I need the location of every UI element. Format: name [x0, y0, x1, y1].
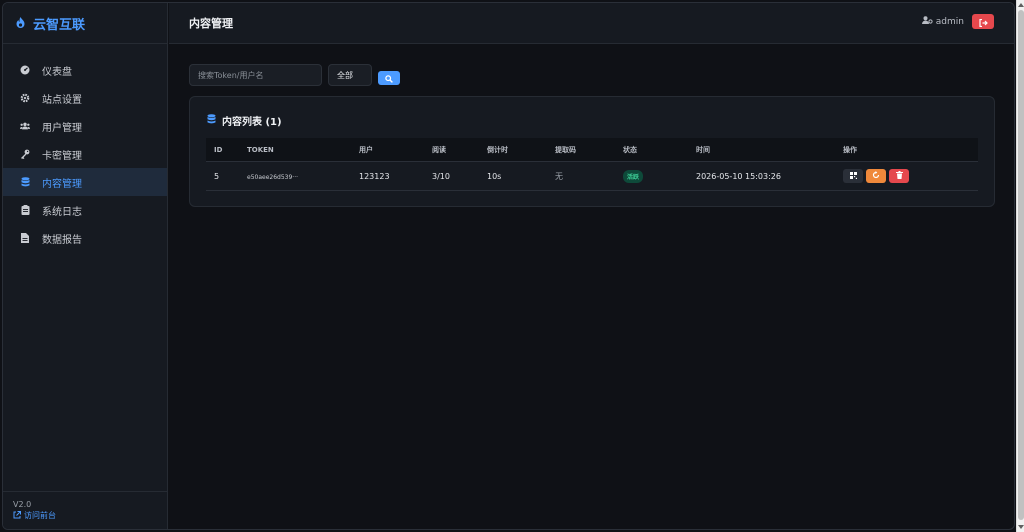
cell-read: 3/10	[432, 171, 450, 181]
filter-toolbar: 全部	[189, 64, 994, 86]
sidebar-item-label: 系统日志	[42, 206, 82, 218]
page-title: 内容管理	[189, 17, 233, 30]
dashboard-icon	[20, 65, 30, 75]
gear-icon	[20, 93, 30, 103]
user-menu[interactable]: admin	[921, 16, 964, 27]
scrollbar-thumb[interactable]	[1018, 10, 1024, 520]
sidebar-item-reports[interactable]: 数据报告	[3, 224, 167, 252]
users-icon	[20, 121, 30, 131]
content-table: ID TOKEN 用户 阅读 倒计时 提取码 状态 时间 操作 5 e50aee…	[206, 138, 978, 191]
cell-token: e50aee26d539···	[247, 172, 359, 181]
key-icon	[20, 149, 30, 159]
token-value: e50aee26d539···	[247, 173, 299, 181]
trash-icon	[895, 171, 903, 181]
sidebar-item-dashboard[interactable]: 仪表盘	[3, 56, 167, 84]
search-input[interactable]	[189, 64, 322, 86]
sidebar: 云智互联 仪表盘 站点设置 用户管理 卡密管理 内容管理 系统日志 数据报告 V…	[3, 3, 168, 529]
cell-user: 123123	[359, 171, 390, 181]
sidebar-item-cards[interactable]: 卡密管理	[3, 140, 167, 168]
column-header-code: 提取码	[555, 145, 576, 154]
visit-frontend-label: 访问前台	[24, 511, 56, 520]
brand-name: 云智互联	[33, 17, 86, 33]
table-row: 5 e50aee26d539··· 123123 3/10 10s 无 活跃 2…	[206, 162, 978, 191]
app-window: 云智互联 仪表盘 站点设置 用户管理 卡密管理 内容管理 系统日志 数据报告 V…	[2, 2, 1015, 530]
database-icon	[20, 177, 30, 187]
column-header-read: 阅读	[432, 145, 446, 154]
column-header-time: 时间	[696, 145, 710, 154]
visit-frontend-link[interactable]: 访问前台	[13, 510, 167, 521]
scroll-up-arrow-icon[interactable]	[1018, 2, 1024, 8]
qrcode-button[interactable]	[843, 169, 863, 183]
search-icon	[385, 68, 393, 87]
main-content: 全部 内容列表 (1) ID TOKEN 用户 阅读 倒	[169, 44, 1014, 529]
header-actions: admin	[921, 14, 994, 29]
refresh-icon	[872, 171, 880, 181]
logout-icon	[978, 12, 988, 31]
cell-code: 无	[555, 171, 563, 181]
sidebar-item-label: 用户管理	[42, 122, 82, 134]
page-scrollbar[interactable]	[1016, 0, 1024, 532]
file-icon	[20, 233, 30, 243]
sidebar-item-site-settings[interactable]: 站点设置	[3, 84, 167, 112]
search-button[interactable]	[378, 68, 400, 87]
card-title-text: 内容列表 (1)	[222, 117, 282, 128]
sidebar-item-label: 卡密管理	[42, 150, 82, 162]
column-header-countdown: 倒计时	[487, 145, 508, 154]
sidebar-nav: 仪表盘 站点设置 用户管理 卡密管理 内容管理 系统日志 数据报告	[3, 44, 167, 252]
column-header-id: ID	[214, 145, 223, 154]
flame-icon	[15, 14, 26, 33]
card-title: 内容列表 (1)	[207, 113, 978, 128]
clipboard-icon	[20, 205, 30, 215]
external-link-icon	[13, 510, 21, 521]
version-label: V2.0	[13, 500, 32, 509]
reset-button[interactable]	[866, 169, 886, 183]
content-list-card: 内容列表 (1) ID TOKEN 用户 阅读 倒计时 提取码 状态 时间 操作…	[189, 96, 995, 207]
status-filter-select[interactable]: 全部	[328, 64, 372, 86]
sidebar-item-users[interactable]: 用户管理	[3, 112, 167, 140]
database-icon	[207, 114, 216, 127]
sidebar-item-label: 内容管理	[42, 178, 82, 190]
column-header-token: TOKEN	[247, 145, 274, 154]
sidebar-item-label: 数据报告	[42, 234, 82, 246]
scroll-down-arrow-icon[interactable]	[1018, 524, 1024, 530]
top-header: 内容管理 admin	[169, 3, 1014, 44]
sidebar-item-label: 仪表盘	[42, 66, 72, 78]
column-header-status: 状态	[623, 145, 637, 154]
cell-status: 活跃	[623, 169, 696, 183]
user-gear-icon	[921, 16, 933, 27]
cell-countdown: 10s	[487, 171, 502, 181]
column-header-user: 用户	[359, 145, 373, 154]
cell-actions	[843, 169, 978, 183]
sidebar-footer: V2.0 访问前台	[3, 491, 167, 529]
delete-button[interactable]	[889, 169, 909, 183]
column-header-actions: 操作	[843, 145, 857, 154]
status-badge: 活跃	[623, 169, 644, 183]
cell-time: 2026-05-10 15:03:26	[696, 171, 781, 181]
table-header: ID TOKEN 用户 阅读 倒计时 提取码 状态 时间 操作	[206, 138, 978, 162]
cell-id: 5	[214, 171, 220, 181]
logout-button[interactable]	[972, 14, 994, 29]
sidebar-item-label: 站点设置	[42, 94, 82, 106]
sidebar-item-content[interactable]: 内容管理	[3, 168, 167, 196]
qrcode-icon	[849, 171, 857, 181]
sidebar-item-logs[interactable]: 系统日志	[3, 196, 167, 224]
brand[interactable]: 云智互联	[3, 3, 167, 44]
username: admin	[935, 16, 964, 27]
